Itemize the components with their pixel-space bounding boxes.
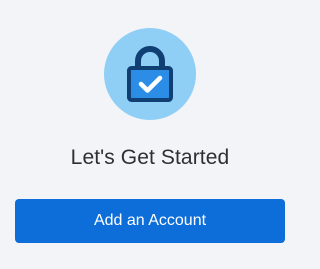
page-title: Let's Get Started (70, 146, 230, 169)
add-account-button[interactable]: Add an Account (15, 199, 285, 243)
lock-check-icon (127, 45, 173, 102)
hero-circle (104, 28, 196, 120)
onboarding-screen: Let's Get Started Add an Account (0, 0, 300, 269)
